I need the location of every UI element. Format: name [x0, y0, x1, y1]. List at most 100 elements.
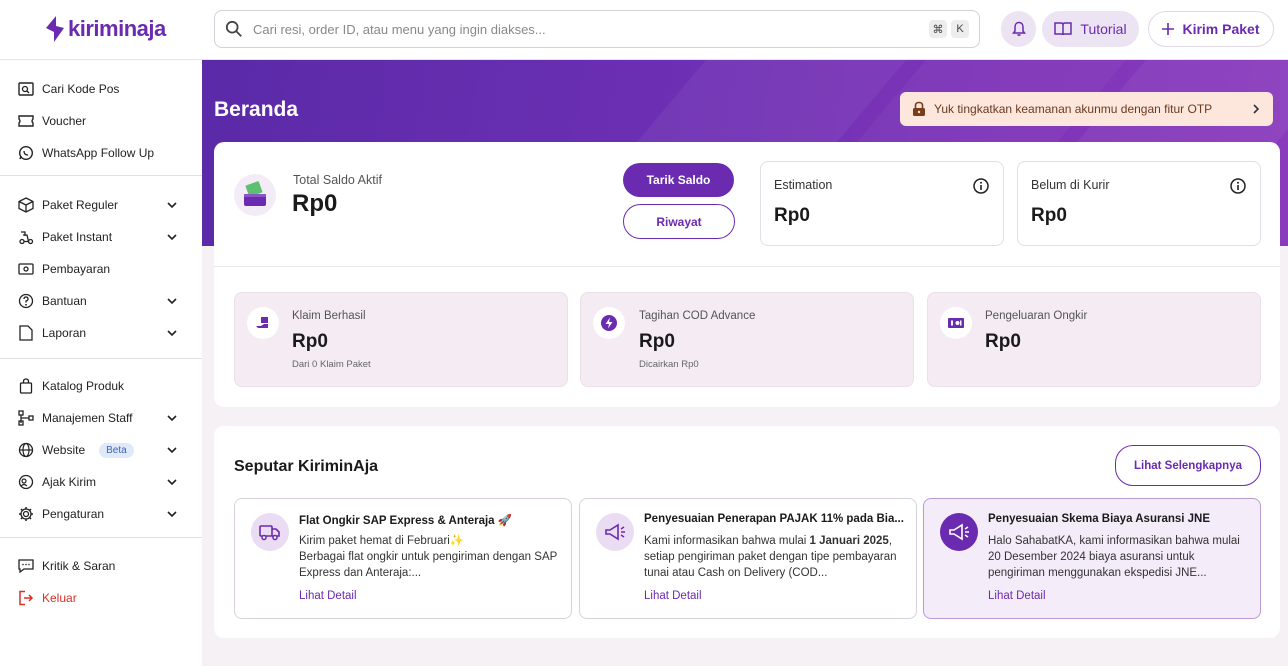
referral-icon: [18, 474, 34, 490]
news-section: Seputar KiriminAja Lihat Selengkapnya Fl…: [214, 426, 1280, 638]
brand-logo[interactable]: kiriminaja: [44, 14, 166, 44]
sidebar-item-label: Laporan: [42, 326, 87, 340]
shortcut-k-key: K: [951, 20, 969, 38]
estimation-box: Estimation Rp0: [760, 161, 1004, 246]
lihat-detail-link[interactable]: Lihat Detail: [988, 590, 1046, 602]
stat-value: Rp0: [292, 331, 328, 352]
search-input[interactable]: [253, 21, 925, 37]
chevron-down-icon: [167, 479, 177, 486]
news-item-title: Penyesuaian Penerapan PAJAK 11% pada Bia…: [644, 513, 904, 525]
lihat-detail-link[interactable]: Lihat Detail: [644, 590, 702, 602]
sidebar-item-label: Katalog Produk: [42, 379, 125, 393]
brand-name: kiriminaja: [68, 16, 166, 41]
riwayat-button[interactable]: Riwayat: [623, 204, 735, 239]
info-icon[interactable]: [973, 178, 989, 194]
tutorial-button[interactable]: Tutorial: [1042, 11, 1139, 47]
sidebar-item-cari-kode-pos[interactable]: Cari Kode Pos: [18, 77, 184, 101]
chevron-down-icon: [167, 447, 177, 454]
payment-icon: [18, 261, 34, 277]
stat-pengeluaran-ongkir[interactable]: Pengeluaran Ongkir Rp0: [927, 292, 1261, 387]
news-item-body: Kirim paket hemat di Februari✨ Berbagai …: [299, 533, 561, 581]
shortcut-mod-key: ⌘: [929, 20, 947, 38]
sidebar-item-bantuan[interactable]: Bantuan: [18, 289, 184, 313]
saldo-card: Total Saldo Aktif Rp0 Tarik Saldo Riwaya…: [214, 142, 1280, 407]
news-item-title: Flat Ongkir SAP Express & Anteraja 🚀: [299, 515, 513, 527]
news-item-line: Kirim paket hemat di Februari✨: [299, 535, 465, 547]
stat-klaim-berhasil[interactable]: Klaim Berhasil Rp0 Dari 0 Klaim Paket: [234, 292, 568, 387]
news-item[interactable]: Penyesuaian Skema Biaya Asuransi JNE Hal…: [923, 498, 1261, 619]
sidebar-item-label: Bantuan: [42, 294, 87, 308]
gear-icon: [18, 506, 34, 522]
globe-icon: [18, 442, 34, 458]
news-item-title: Penyesuaian Skema Biaya Asuransi JNE: [988, 513, 1211, 525]
bell-icon: [1011, 21, 1026, 36]
stat-label: Pengeluaran Ongkir: [985, 310, 1088, 322]
sidebar-item-label: WhatsApp Follow Up: [42, 146, 155, 160]
bag-icon: [18, 378, 34, 394]
chevron-right-icon: [1253, 104, 1260, 114]
news-section-title: Seputar KiriminAja: [234, 458, 379, 475]
feedback-icon: [18, 558, 34, 574]
sidebar-item-manajemen-staff[interactable]: Manajemen Staff: [18, 406, 184, 430]
megaphone-icon: [940, 513, 978, 551]
page-title: Beranda: [214, 98, 299, 121]
sidebar-item-ajak-kirim[interactable]: Ajak Kirim: [18, 470, 184, 494]
org-icon: [18, 410, 34, 426]
sidebar-item-whatsapp[interactable]: WhatsApp Follow Up: [18, 141, 184, 165]
sidebar-item-pengaturan[interactable]: Pengaturan: [18, 502, 184, 526]
sidebar-item-keluar[interactable]: Keluar: [18, 586, 184, 610]
box-icon: [18, 197, 34, 213]
sidebar-item-website[interactable]: Website Beta: [18, 438, 184, 462]
sidebar-item-voucher[interactable]: Voucher: [18, 109, 184, 133]
news-item[interactable]: Penyesuaian Penerapan PAJAK 11% pada Bia…: [579, 498, 917, 619]
sidebar-item-label: Cari Kode Pos: [42, 82, 120, 96]
sidebar-item-katalog-produk[interactable]: Katalog Produk: [18, 374, 184, 398]
info-icon[interactable]: [1230, 178, 1246, 194]
otp-notice[interactable]: Yuk tingkatkan keamanan akunmu dengan fi…: [900, 92, 1273, 126]
sidebar-item-laporan[interactable]: Laporan: [18, 321, 184, 345]
stat-value: Rp0: [985, 331, 1021, 352]
lightning-icon: [593, 307, 625, 339]
kirim-paket-button[interactable]: Kirim Paket: [1148, 11, 1274, 47]
news-item-body: Kami informasikan bahwa mulai 1 Januari …: [644, 535, 897, 579]
stat-sub: Dicairkan Rp0: [639, 359, 699, 370]
belum-kurir-value: Rp0: [1031, 205, 1067, 226]
claim-icon: [247, 307, 279, 339]
sidebar-item-paket-reguler[interactable]: Paket Reguler: [18, 193, 184, 217]
kirim-paket-label: Kirim Paket: [1182, 21, 1260, 37]
beta-badge: Beta: [99, 442, 134, 458]
help-icon: [18, 293, 34, 309]
notification-button[interactable]: [1001, 11, 1036, 47]
sidebar-item-pembayaran[interactable]: Pembayaran: [18, 257, 184, 281]
sidebar-item-label: Ajak Kirim: [42, 475, 97, 489]
megaphone-icon: [596, 513, 634, 551]
sidebar-item-paket-instant[interactable]: Paket Instant: [18, 225, 184, 249]
lihat-detail-link[interactable]: Lihat Detail: [299, 590, 357, 602]
stat-sub: Dari 0 Klaim Paket: [292, 359, 371, 370]
courier-icon: [18, 229, 34, 245]
sidebar-item-label: Manajemen Staff: [42, 411, 133, 425]
sidebar-item-label: Paket Instant: [42, 230, 113, 244]
search-icon: [225, 20, 242, 37]
ticket-icon: [18, 113, 34, 129]
sidebar-item-label: Kritik & Saran: [42, 559, 116, 573]
otp-notice-text: Yuk tingkatkan keamanan akunmu dengan fi…: [934, 102, 1213, 116]
sidebar-item-kritik-saran[interactable]: Kritik & Saran: [18, 554, 184, 578]
stat-value: Rp0: [639, 331, 675, 352]
lihat-selengkapnya-button[interactable]: Lihat Selengkapnya: [1115, 445, 1261, 486]
sidebar-item-label: Pengaturan: [42, 507, 105, 521]
tarik-saldo-button[interactable]: Tarik Saldo: [623, 163, 734, 197]
delivery-truck-icon: [251, 513, 289, 551]
top-bar: kiriminaja ⌘ K Tutorial Kirim Paket: [0, 0, 1288, 60]
stat-label: Klaim Berhasil: [292, 310, 366, 322]
money-icon: [940, 307, 972, 339]
stat-tagihan-cod[interactable]: Tagihan COD Advance Rp0 Dicairkan Rp0: [580, 292, 914, 387]
wallet-icon: [234, 174, 276, 216]
search-bar[interactable]: ⌘ K: [214, 10, 980, 48]
chevron-down-icon: [167, 234, 177, 241]
lock-icon: [913, 101, 925, 116]
book-icon: [1054, 22, 1073, 36]
whatsapp-icon: [18, 145, 34, 161]
news-item[interactable]: Flat Ongkir SAP Express & Anteraja 🚀 Kir…: [234, 498, 572, 619]
total-saldo-label: Total Saldo Aktif: [293, 173, 382, 187]
